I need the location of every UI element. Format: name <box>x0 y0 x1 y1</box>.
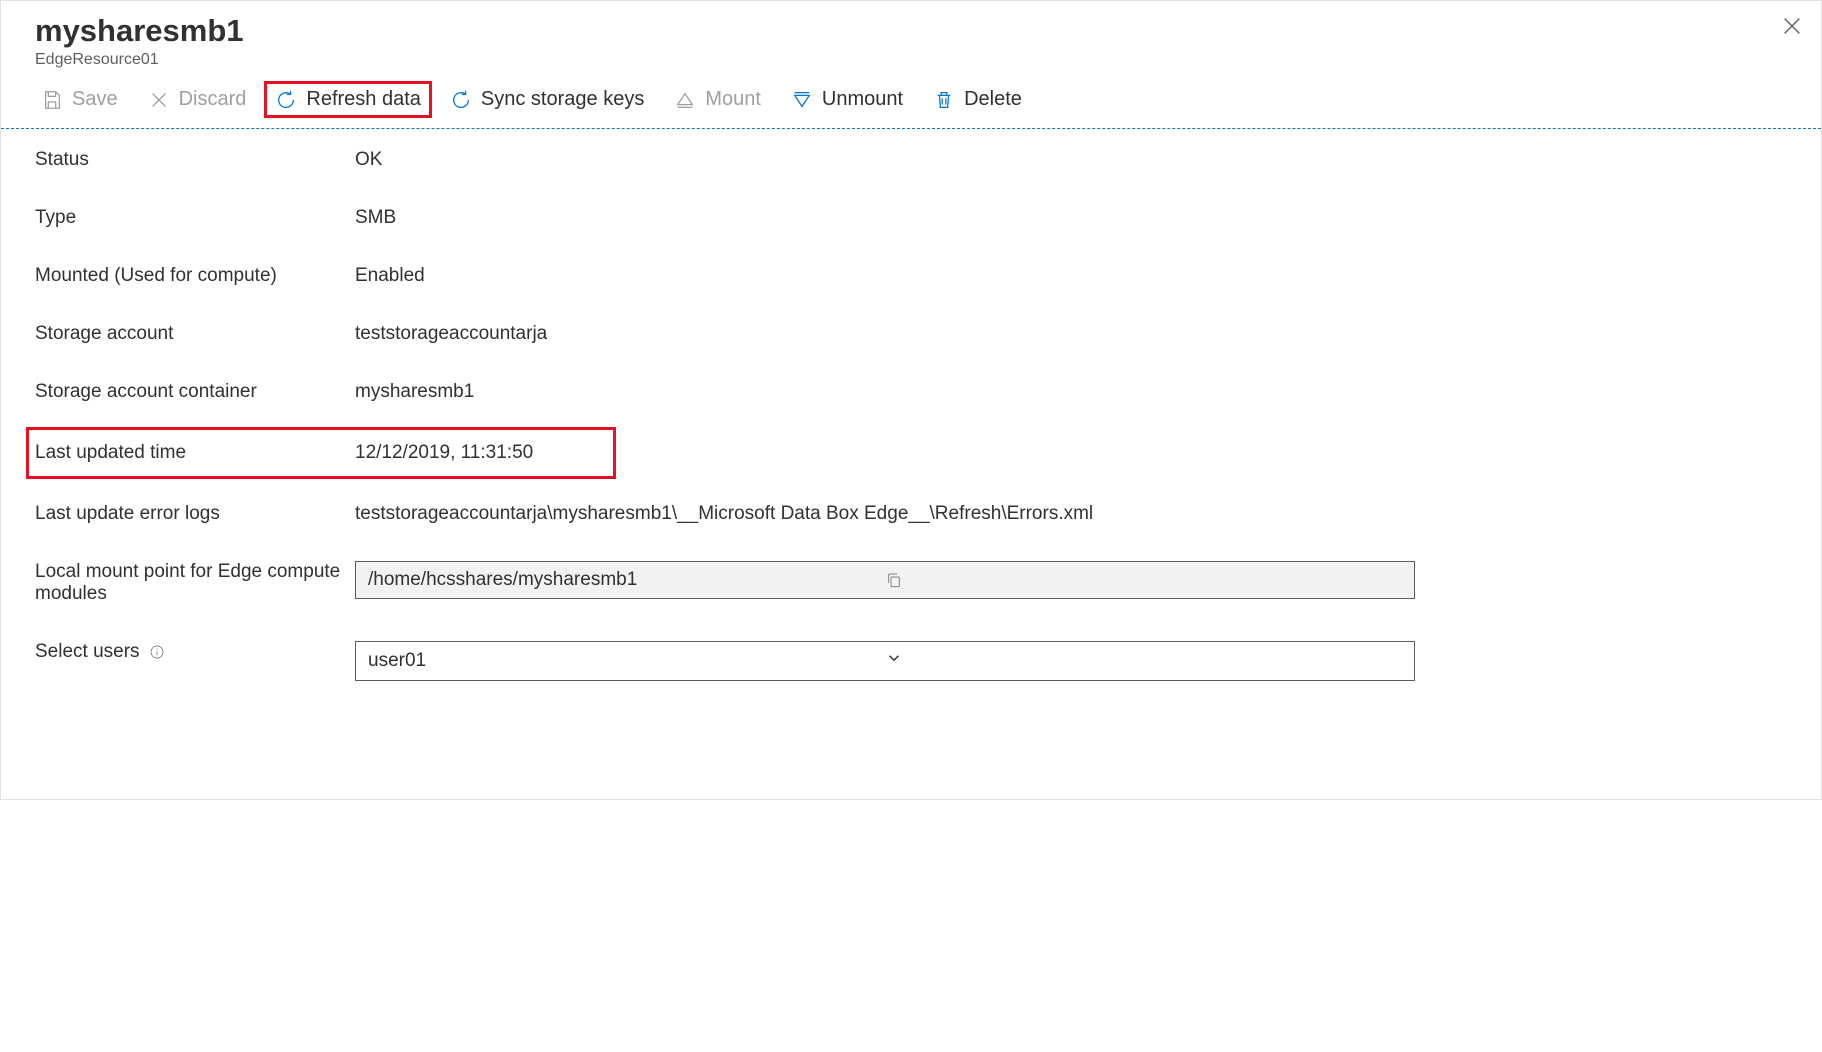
error-logs-label: Last update error logs <box>35 503 355 525</box>
mount-label: Mount <box>705 88 761 111</box>
sync-label: Sync storage keys <box>481 88 644 111</box>
command-bar: Save Discard Refresh data Sync storage k… <box>1 75 1821 129</box>
refresh-label: Refresh data <box>306 88 421 111</box>
unmount-label: Unmount <box>822 88 903 111</box>
chevron-down-icon <box>885 649 1402 673</box>
info-icon[interactable] <box>149 644 165 660</box>
storage-account-value: teststorageaccountarja <box>355 323 1787 345</box>
status-value: OK <box>355 149 1787 171</box>
select-users-label: Select users <box>35 641 355 663</box>
sync-icon <box>450 89 472 111</box>
last-updated-value: 12/12/2019, 11:31:50 <box>355 442 607 464</box>
page-title: mysharesmb1 <box>35 13 1787 49</box>
select-users-dropdown[interactable]: user01 <box>355 641 1415 681</box>
page-subtitle: EdgeResource01 <box>35 51 1787 69</box>
close-button[interactable] <box>1781 15 1803 43</box>
save-label: Save <box>72 88 118 111</box>
sync-storage-keys-button[interactable]: Sync storage keys <box>438 81 656 118</box>
status-label: Status <box>35 149 355 171</box>
refresh-data-button[interactable]: Refresh data <box>264 81 432 118</box>
save-icon <box>41 89 63 111</box>
mount-button: Mount <box>662 81 773 118</box>
discard-button: Discard <box>136 81 259 118</box>
mount-icon <box>674 89 696 111</box>
delete-icon <box>933 89 955 111</box>
properties-panel: Status OK Type SMB Mounted (Used for com… <box>1 129 1821 737</box>
type-label: Type <box>35 207 355 229</box>
select-users-value: user01 <box>368 650 885 672</box>
storage-account-label: Storage account <box>35 323 355 345</box>
container-value: mysharesmb1 <box>355 381 1787 403</box>
unmount-button[interactable]: Unmount <box>779 81 915 118</box>
delete-button[interactable]: Delete <box>921 81 1034 118</box>
error-logs-value: teststorageaccountarja\mysharesmb1\__Mic… <box>355 503 1787 525</box>
delete-label: Delete <box>964 88 1022 111</box>
unmount-icon <box>791 89 813 111</box>
discard-label: Discard <box>179 88 247 111</box>
refresh-icon <box>275 89 297 111</box>
last-updated-label: Last updated time <box>35 442 355 464</box>
mount-point-field: /home/hcsshares/mysharesmb1 <box>355 561 1415 599</box>
mount-point-label: Local mount point for Edge compute modul… <box>35 561 355 605</box>
mount-point-value: /home/hcsshares/mysharesmb1 <box>368 569 885 591</box>
container-label: Storage account container <box>35 381 355 403</box>
save-button: Save <box>29 81 130 118</box>
copy-icon[interactable] <box>885 571 1402 589</box>
type-value: SMB <box>355 207 1787 229</box>
mounted-label: Mounted (Used for compute) <box>35 265 355 287</box>
discard-icon <box>148 89 170 111</box>
mounted-value: Enabled <box>355 265 1787 287</box>
